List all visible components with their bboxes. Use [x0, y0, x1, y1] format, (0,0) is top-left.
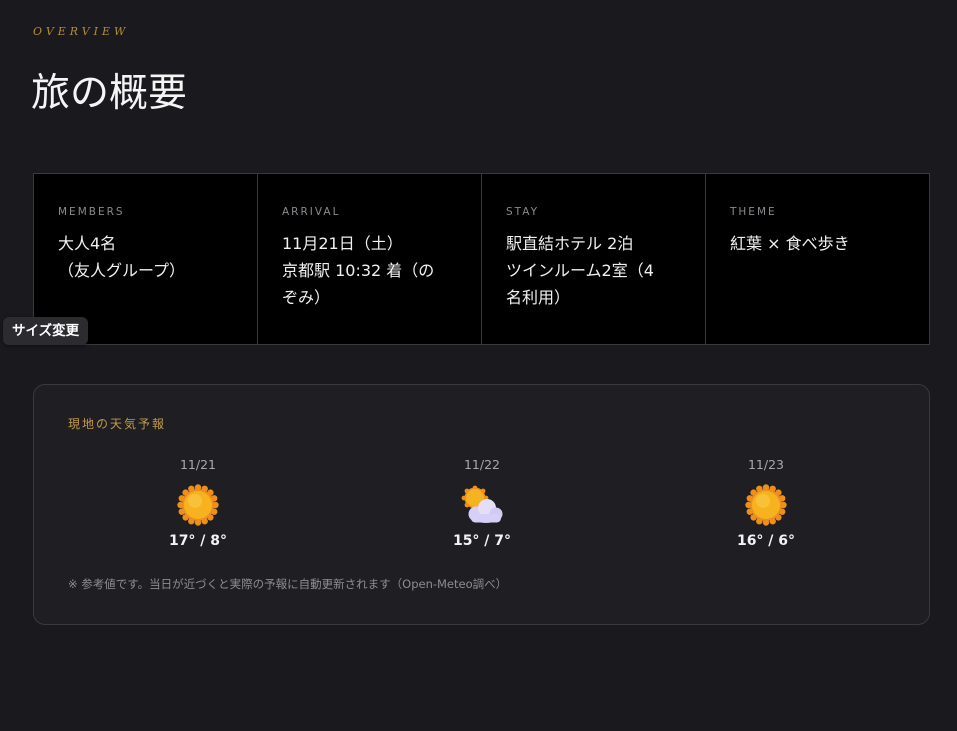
- sun-icon: [177, 484, 219, 526]
- forecast-date: 11/22: [463, 457, 501, 472]
- card-label: THEME: [730, 206, 777, 218]
- overview-cards: MEMBERS 大人4名 （友人グループ） ARRIVAL 11月21日（土） …: [33, 173, 930, 345]
- forecast-date: 11/23: [747, 457, 785, 472]
- forecast-days: 11/21 17° / 8° 11/22 15° / 7° 11/23 16° …: [56, 455, 908, 549]
- forecast-day: 11/23 16° / 6°: [624, 455, 908, 549]
- sun-icon: [745, 484, 787, 526]
- card-value: 駅直結ホテル 2泊 ツインルーム2室（4 名利用）: [506, 234, 654, 307]
- section-eyebrow: OVERVIEW: [33, 25, 130, 38]
- card-arrival: ARRIVAL 11月21日（土） 京都駅 10:32 着（の ぞみ）: [258, 174, 482, 344]
- card-label: STAY: [506, 206, 540, 218]
- card-label: MEMBERS: [58, 206, 125, 218]
- weather-heading: 現地の天気予報: [68, 417, 167, 431]
- card-stay: STAY 駅直結ホテル 2泊 ツインルーム2室（4 名利用）: [482, 174, 706, 344]
- forecast-temp: 15° / 7°: [452, 533, 512, 549]
- forecast-day: 11/21 17° / 8°: [56, 455, 340, 549]
- card-theme: THEME 紅葉 × 食べ歩き: [706, 174, 930, 344]
- forecast-date: 11/21: [179, 457, 217, 472]
- page-title: 旅の概要: [31, 71, 188, 116]
- card-value: 11月21日（土） 京都駅 10:32 着（の ぞみ）: [282, 234, 435, 307]
- forecast-temp: 17° / 8°: [168, 533, 228, 549]
- weather-panel: 現地の天気予報 11/21 17° / 8° 11/22 15° / 7° 11…: [33, 384, 930, 625]
- forecast-temp: 16° / 6°: [736, 533, 796, 549]
- card-label: ARRIVAL: [282, 206, 341, 218]
- sun-behind-cloud-icon: [461, 485, 503, 523]
- card-value: 大人4名 （友人グループ）: [58, 234, 186, 280]
- resize-tooltip[interactable]: サイズ変更: [3, 317, 89, 345]
- card-value: 紅葉 × 食べ歩き: [730, 234, 850, 253]
- weather-note: ※ 参考値です。当日が近づくと実際の予報に自動更新されます（Open-Meteo…: [68, 577, 508, 591]
- forecast-day: 11/22 15° / 7°: [340, 455, 624, 549]
